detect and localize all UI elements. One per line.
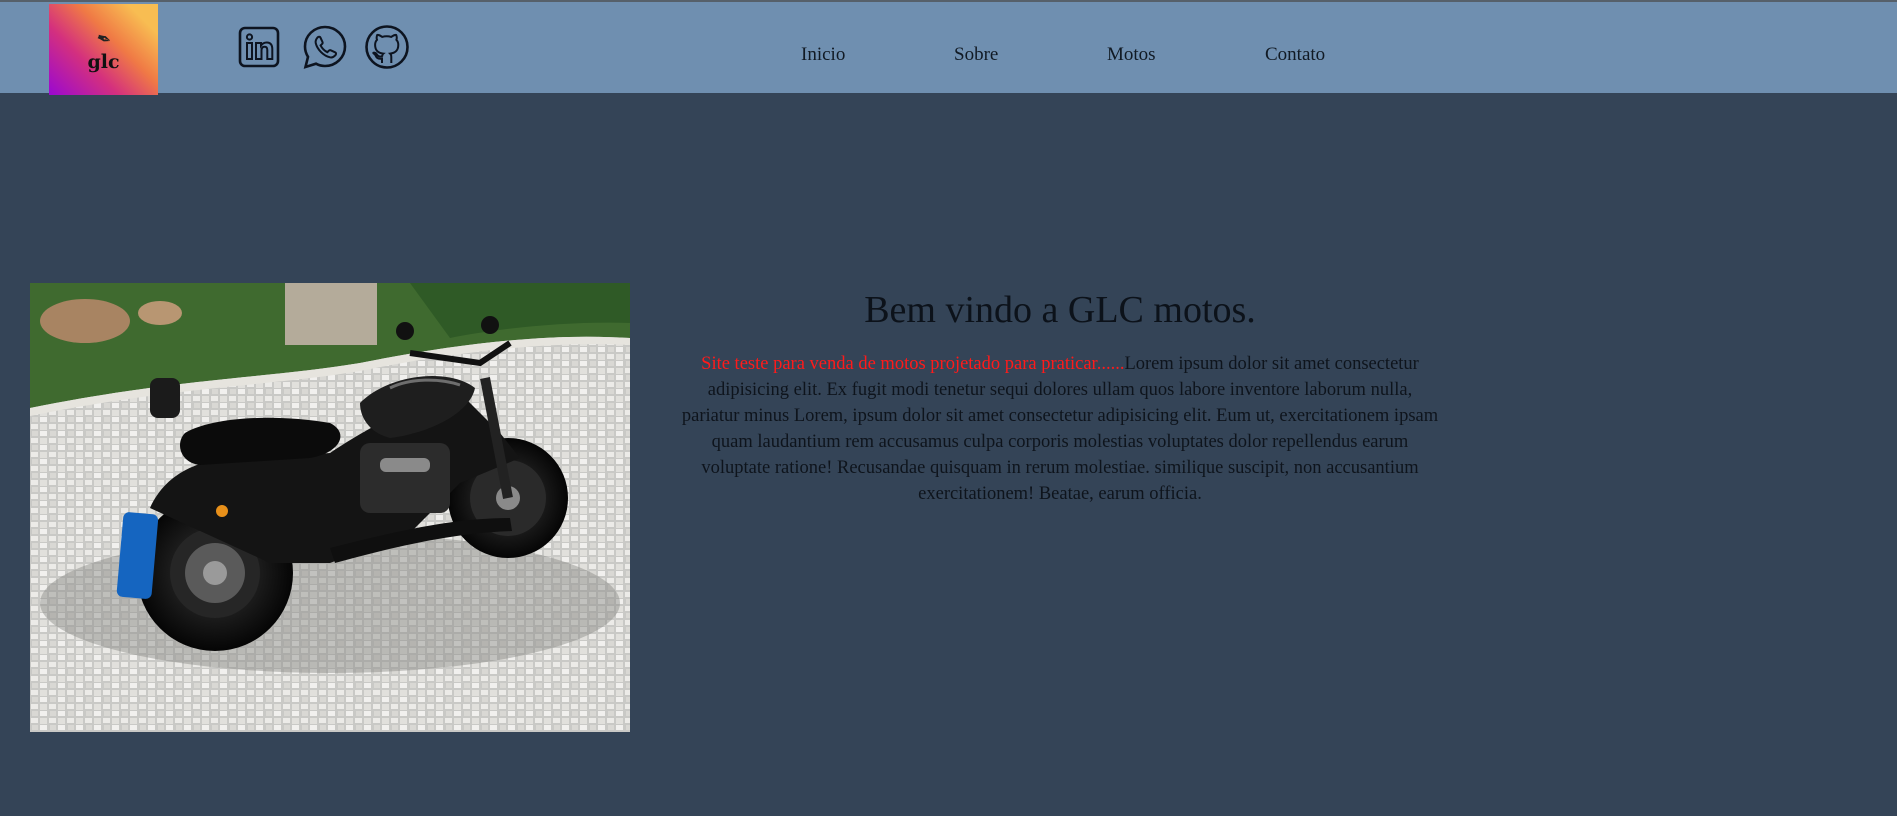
linkedin-icon[interactable] [236, 24, 282, 70]
feather-icon: ✒ [92, 26, 115, 52]
highlight-text: Site teste para venda de motos projetado… [701, 354, 1125, 374]
logo-text: glc [87, 50, 120, 73]
page-title: Bem vindo a GLC motos. [864, 289, 1256, 331]
nav-contato[interactable]: Contato [1265, 44, 1325, 66]
intro-paragraph: Site teste para venda de motos projetado… [680, 351, 1440, 507]
nav-inicio[interactable]: Inicio [801, 44, 845, 66]
body-text: Lorem ipsum dolor sit amet consectetur a… [681, 354, 1439, 504]
site-header: ✒ glc Inicio Sobre Motos Contato [0, 0, 1897, 95]
logo[interactable]: ✒ glc [49, 4, 158, 95]
whatsapp-icon[interactable] [302, 24, 348, 70]
github-icon[interactable] [364, 24, 410, 70]
nav-sobre[interactable]: Sobre [954, 44, 998, 66]
nav-motos[interactable]: Motos [1107, 44, 1156, 66]
motorcycle-photo [30, 283, 630, 732]
main-content: Bem vindo a GLC motos. Site teste para v… [680, 280, 1440, 507]
